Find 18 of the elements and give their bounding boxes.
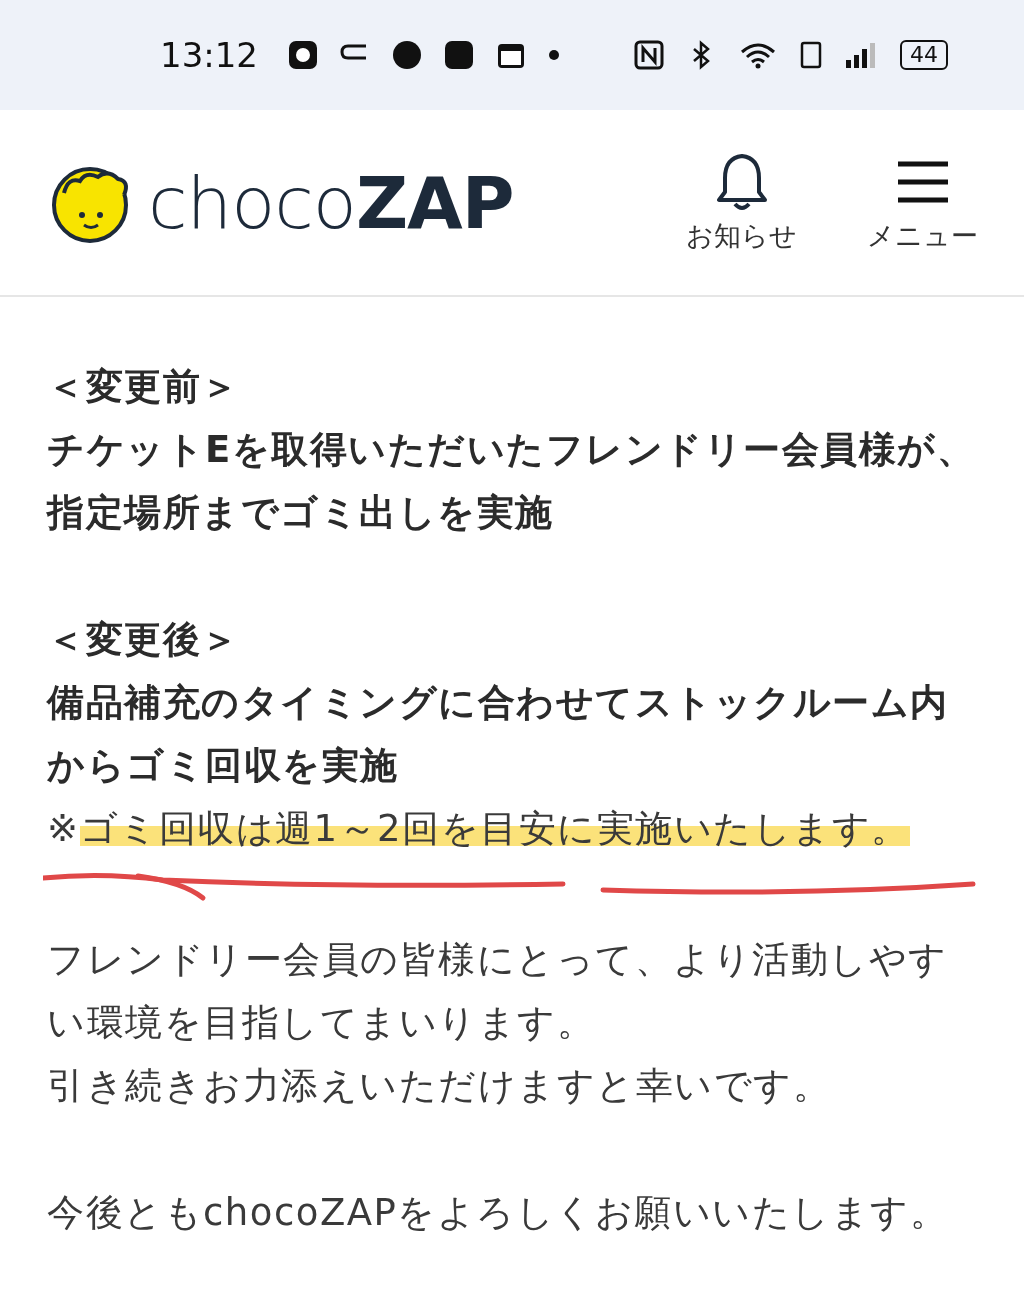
section-heading: ＜変更前＞ — [47, 364, 241, 410]
nfc-icon — [634, 40, 664, 70]
battery-indicator: 44 — [900, 40, 948, 70]
status-time: 13:12 — [160, 35, 258, 75]
paragraph: 引き続きお力添えいただけますと幸いです。 — [47, 1063, 832, 1109]
notifications-button[interactable]: お知らせ — [686, 151, 797, 254]
wifi-icon — [738, 40, 778, 70]
paragraph: 今後ともchocoZAPをよろしくお願いいたします。 — [47, 1190, 950, 1236]
app-notification-icon — [288, 40, 318, 70]
signal-icon — [844, 40, 878, 70]
section-heading: ＜変更後＞ — [47, 617, 241, 663]
menu-button[interactable]: メニュー — [867, 151, 978, 254]
bold-paragraph: チケットEを取得いただいたフレンドリー会員様が、指定場所までゴミ出しを実施 — [47, 427, 977, 536]
app-notification-icon — [444, 40, 474, 70]
paragraph: フレンドリー会員の皆様にとって、より活動しやすい環境を目指してまいります。 — [47, 937, 949, 1046]
brand-logo: chocoZAP — [148, 160, 514, 245]
bell-icon — [714, 151, 769, 212]
bold-paragraph: 備品補充のタイミングに合わせてストックルーム内からゴミ回収を実施 — [47, 680, 950, 789]
